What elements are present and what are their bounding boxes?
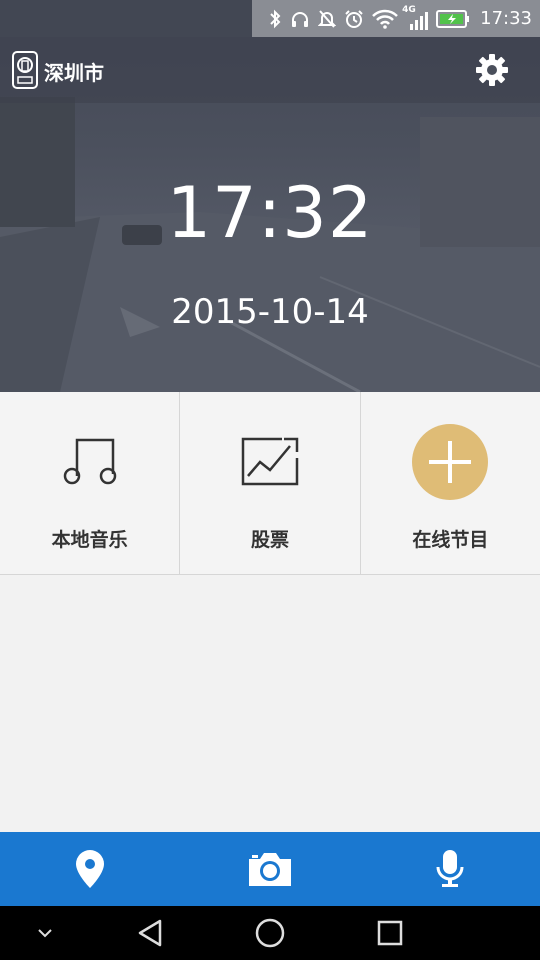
tile-online-programs[interactable]: 在线节目 bbox=[361, 392, 540, 574]
collapse-button[interactable] bbox=[10, 906, 80, 960]
status-time: 17:33 bbox=[480, 8, 532, 29]
feature-tiles: 本地音乐 股票 在线节目 bbox=[0, 392, 540, 575]
microphone-button[interactable] bbox=[405, 832, 495, 906]
location-button[interactable] bbox=[45, 832, 135, 906]
tile-local-music[interactable]: 本地音乐 bbox=[0, 392, 181, 574]
microphone-icon bbox=[436, 850, 464, 887]
recents-icon bbox=[377, 920, 403, 946]
bluetooth-icon bbox=[270, 9, 281, 28]
tile-label: 本地音乐 bbox=[51, 529, 128, 551]
alarm-icon bbox=[345, 9, 363, 28]
status-bar: 4G 17:33 bbox=[0, 0, 540, 37]
mute-icon bbox=[318, 9, 337, 28]
headphones-icon bbox=[292, 11, 309, 27]
status-icons: 4G 17:33 bbox=[252, 0, 540, 37]
app-header: 深圳市 bbox=[0, 37, 540, 103]
back-icon bbox=[138, 919, 162, 947]
hero-time: 17:32 bbox=[166, 172, 374, 254]
gear-icon[interactable] bbox=[474, 52, 510, 88]
recents-button[interactable] bbox=[355, 906, 425, 960]
city-logo-icon bbox=[12, 51, 38, 89]
tile-label: 股票 bbox=[250, 529, 289, 551]
collapse-icon bbox=[38, 929, 52, 938]
tile-label: 在线节目 bbox=[412, 529, 489, 551]
battery-charging-icon bbox=[436, 9, 470, 28]
home-icon bbox=[255, 918, 285, 948]
home-button[interactable] bbox=[235, 906, 305, 960]
system-nav-bar bbox=[0, 906, 540, 960]
city-name[interactable]: 深圳市 bbox=[44, 57, 104, 86]
wifi-icon bbox=[372, 9, 399, 29]
stock-chart-icon bbox=[241, 437, 299, 486]
back-button[interactable] bbox=[115, 906, 185, 960]
camera-icon bbox=[249, 853, 291, 886]
location-pin-icon bbox=[76, 850, 104, 888]
hero-date: 2015-10-14 bbox=[171, 292, 369, 332]
add-circle-icon bbox=[412, 424, 489, 500]
hero-panel: 深圳市 17:32 2015-10-14 bbox=[0, 37, 540, 392]
tile-stocks[interactable]: 股票 bbox=[180, 392, 361, 574]
music-note-icon bbox=[63, 438, 116, 485]
camera-button[interactable] bbox=[225, 832, 315, 906]
bottom-action-bar bbox=[0, 832, 540, 906]
signal-icon: 4G bbox=[402, 5, 429, 30]
